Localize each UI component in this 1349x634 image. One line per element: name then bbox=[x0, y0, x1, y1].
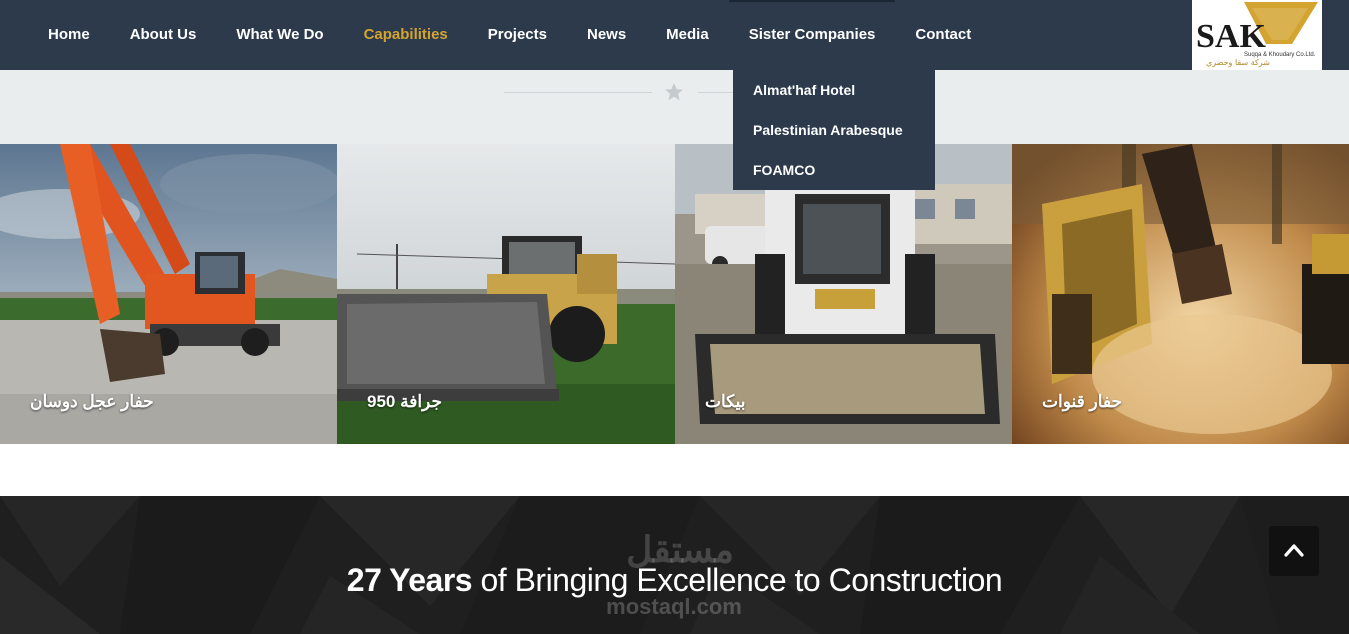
dropdown-item-palestinian-arabesque[interactable]: Palestinian Arabesque bbox=[733, 110, 935, 150]
gallery-caption: حفار عجل دوسان bbox=[30, 392, 154, 411]
main-navbar: Home About Us What We Do Capabilities Pr… bbox=[0, 0, 1349, 70]
nav-about-us[interactable]: About Us bbox=[110, 0, 217, 70]
nav-menu: Home About Us What We Do Capabilities Pr… bbox=[28, 0, 991, 70]
logo-company-ar: شركة سقا وخضري bbox=[1206, 58, 1270, 67]
dropdown-item-almathaf-hotel[interactable]: Almat'haf Hotel bbox=[733, 70, 935, 110]
nav-what-we-do[interactable]: What We Do bbox=[216, 0, 343, 70]
gallery-caption: بيكات bbox=[705, 392, 746, 411]
headline-rest: of Bringing Excellence to Construction bbox=[472, 562, 1003, 598]
chevron-up-icon bbox=[1284, 544, 1304, 557]
gallery-tile-trencher[interactable]: حفار قنوات bbox=[1012, 144, 1349, 444]
logo-mark: SAK bbox=[1196, 18, 1266, 55]
section-divider bbox=[0, 70, 1349, 144]
divider-line-right bbox=[698, 92, 734, 93]
equipment-gallery: حفار عجل دوسان جرافة 950 بيكات حفار قنوا… bbox=[0, 144, 1349, 444]
nav-capabilities[interactable]: Capabilities bbox=[344, 0, 468, 70]
experience-banner: مستقل 27 Years of Bringing Excellence to… bbox=[0, 496, 1349, 634]
nav-contact[interactable]: Contact bbox=[895, 0, 991, 70]
sister-companies-dropdown: Almat'haf Hotel Palestinian Arabesque FO… bbox=[733, 70, 935, 190]
nav-media[interactable]: Media bbox=[646, 0, 729, 70]
gallery-caption: جرافة 950 bbox=[367, 392, 442, 411]
back-to-top-button[interactable] bbox=[1269, 526, 1319, 576]
gallery-caption: حفار قنوات bbox=[1042, 392, 1122, 411]
dropdown-item-foamco[interactable]: FOAMCO bbox=[733, 150, 935, 190]
nav-projects[interactable]: Projects bbox=[468, 0, 567, 70]
headline-bold: 27 Years bbox=[346, 562, 473, 598]
watermark-domain: mostaql.com bbox=[606, 594, 742, 619]
section-spacer bbox=[0, 444, 1349, 496]
nav-news[interactable]: News bbox=[567, 0, 646, 70]
company-logo[interactable]: SAK Suqqa & Khoudary Co.Ltd. شركة سقا وخ… bbox=[1192, 0, 1322, 70]
gallery-tile-wheel-excavator[interactable]: حفار عجل دوسان bbox=[0, 144, 337, 444]
divider-line-left bbox=[504, 92, 652, 93]
gallery-tile-wheel-loader[interactable]: جرافة 950 bbox=[337, 144, 675, 444]
nav-home[interactable]: Home bbox=[28, 0, 110, 70]
nav-sister-companies[interactable]: Sister Companies bbox=[728, 0, 896, 70]
star-icon bbox=[665, 83, 683, 101]
